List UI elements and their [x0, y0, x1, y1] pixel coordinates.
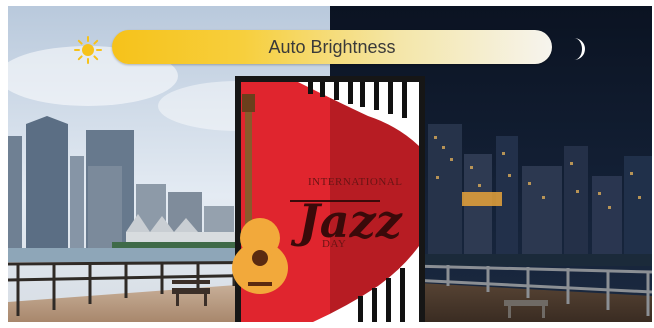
- poster-line-jazz: Jazz: [298, 194, 402, 248]
- crescent-moon-icon: [566, 36, 590, 62]
- auto-brightness-label: Auto Brightness: [268, 37, 396, 57]
- auto-brightness-slider[interactable]: Auto Brightness: [112, 30, 552, 64]
- sun-icon: [74, 36, 102, 64]
- poster-line-international: INTERNATIONAL: [308, 176, 403, 188]
- poster-line-day: DAY: [322, 238, 347, 250]
